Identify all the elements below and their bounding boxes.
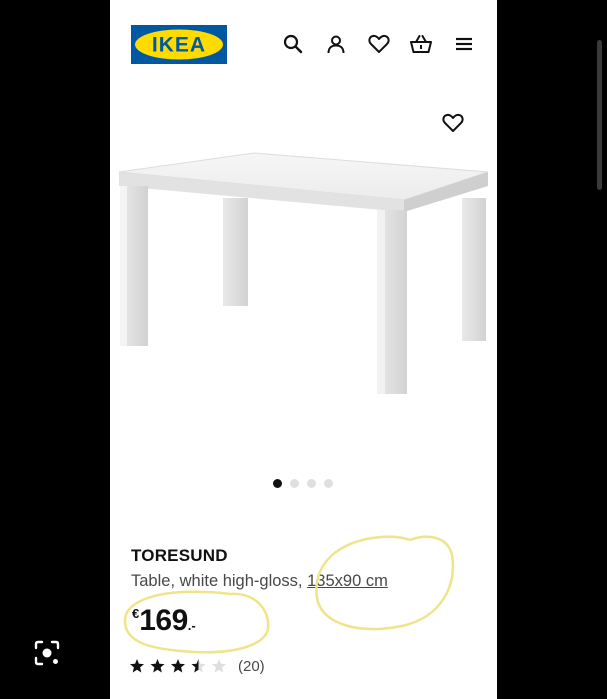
- ikea-logo[interactable]: IKEA: [131, 25, 227, 64]
- scrollbar[interactable]: [597, 40, 602, 190]
- product-image[interactable]: [110, 100, 497, 460]
- cart-icon[interactable]: [408, 31, 434, 57]
- size-link[interactable]: 135x90 cm: [307, 572, 388, 590]
- product-price: €169.-: [132, 604, 196, 638]
- star-3: [171, 659, 185, 673]
- search-icon[interactable]: [280, 31, 306, 57]
- carousel-dot-2[interactable]: [290, 479, 299, 488]
- price-currency: €: [132, 606, 140, 621]
- logo-text: IKEA: [152, 34, 206, 57]
- star-1: [130, 659, 144, 673]
- price-integer: 169: [139, 604, 188, 637]
- star-2: [150, 659, 165, 673]
- description-text: Table, white high-gloss,: [131, 572, 308, 590]
- favorite-button[interactable]: [440, 110, 466, 136]
- star-5: [212, 659, 226, 673]
- carousel-dot-1[interactable]: [273, 479, 282, 488]
- account-icon[interactable]: [323, 31, 349, 57]
- rating[interactable]: (20): [130, 656, 265, 676]
- star-4: [191, 659, 206, 673]
- price-decimal: .-: [187, 618, 196, 633]
- product-description: Table, white high-gloss, 135x90 cm: [131, 572, 388, 591]
- carousel-dot-4[interactable]: [324, 479, 333, 488]
- star-rating-icon: [130, 659, 226, 673]
- carousel-dots: [110, 479, 497, 489]
- wishlist-icon[interactable]: [366, 31, 392, 57]
- carousel-dot-3[interactable]: [307, 479, 316, 488]
- review-count: (20): [238, 657, 265, 675]
- lens-icon[interactable]: [32, 638, 62, 668]
- app-screen: IKEA TORESUND Table, white high-gloss, 1…: [110, 0, 497, 699]
- product-name: TORESUND: [131, 546, 228, 565]
- header: IKEA: [110, 0, 497, 88]
- menu-icon[interactable]: [451, 31, 477, 57]
- heart-icon: [442, 113, 464, 132]
